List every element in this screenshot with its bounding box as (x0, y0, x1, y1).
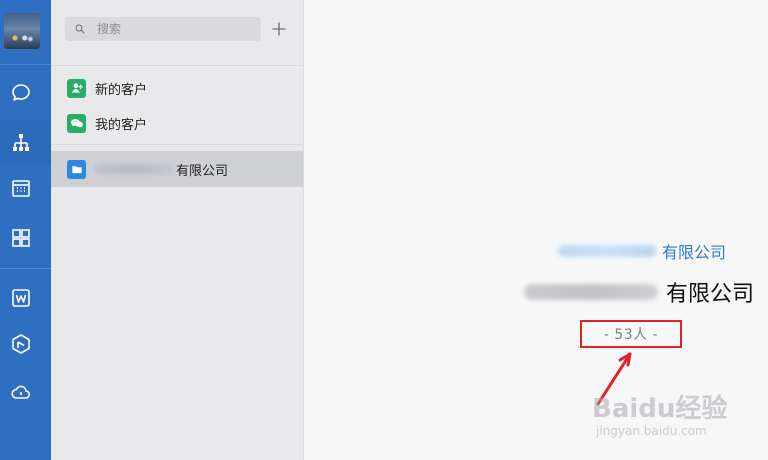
org-chart-icon[interactable] (7, 129, 35, 157)
org-name: 有限公司 (94, 160, 228, 179)
rail-divider (0, 268, 51, 269)
watermark-main: Baidu经验 (592, 394, 728, 424)
panel-divider (51, 65, 303, 66)
apps-grid-icon[interactable] (7, 224, 35, 252)
org-name-link-suffix: 有限公司 (661, 243, 726, 262)
add-contact-icon-svg (71, 83, 83, 93)
folder-icon-svg (71, 166, 82, 174)
org-chart-icon-svg (13, 134, 29, 151)
add-button[interactable] (269, 19, 289, 39)
org-title: 有限公司 (523, 276, 754, 308)
calendar-icon-svg (12, 180, 30, 197)
wechat-icon-svg (70, 119, 83, 128)
middle-panel: 新的客户 我的客户 有限公司 (51, 0, 304, 460)
search-icon (75, 24, 85, 34)
cloud-icon[interactable] (7, 378, 35, 406)
cube-icon[interactable] (7, 330, 35, 358)
cube-icon-svg (12, 334, 30, 354)
chat-icon[interactable] (7, 79, 35, 107)
redacted-text (523, 284, 658, 300)
search-input[interactable] (95, 21, 259, 37)
folder-icon (67, 159, 86, 179)
member-count: - 53人 - (603, 327, 659, 343)
search-bar[interactable] (65, 17, 261, 41)
plus-icon (272, 22, 286, 36)
calendar-icon[interactable] (7, 174, 35, 202)
left-rail (0, 0, 51, 460)
wechat-icon (67, 113, 86, 133)
org-title-suffix: 有限公司 (665, 282, 754, 307)
menu-item-new-customers[interactable]: 新的客户 (51, 71, 303, 105)
add-contact-icon (67, 78, 86, 98)
menu-item-my-customers[interactable]: 我的客户 (51, 106, 303, 140)
menu-item-label: 我的客户 (95, 117, 148, 133)
org-name-link[interactable]: 有限公司 (557, 239, 726, 263)
menu-item-label: 新的客户 (95, 82, 148, 98)
cloud-icon-svg (11, 385, 31, 399)
word-icon-svg (12, 289, 30, 307)
chat-icon-svg (12, 84, 30, 101)
panel-divider (51, 144, 303, 145)
avatar[interactable] (4, 13, 40, 49)
apps-grid-icon-svg (12, 229, 30, 247)
redacted-text (94, 164, 174, 174)
rail-divider (0, 64, 51, 65)
org-list-item[interactable]: 有限公司 (51, 151, 303, 187)
org-name-suffix: 有限公司 (176, 163, 229, 179)
redacted-text (557, 245, 656, 257)
word-icon[interactable] (7, 284, 35, 312)
baidu-watermark: Baidu经验 jingyan.baidu.com (592, 388, 768, 460)
watermark-sub: jingyan.baidu.com (596, 424, 707, 438)
